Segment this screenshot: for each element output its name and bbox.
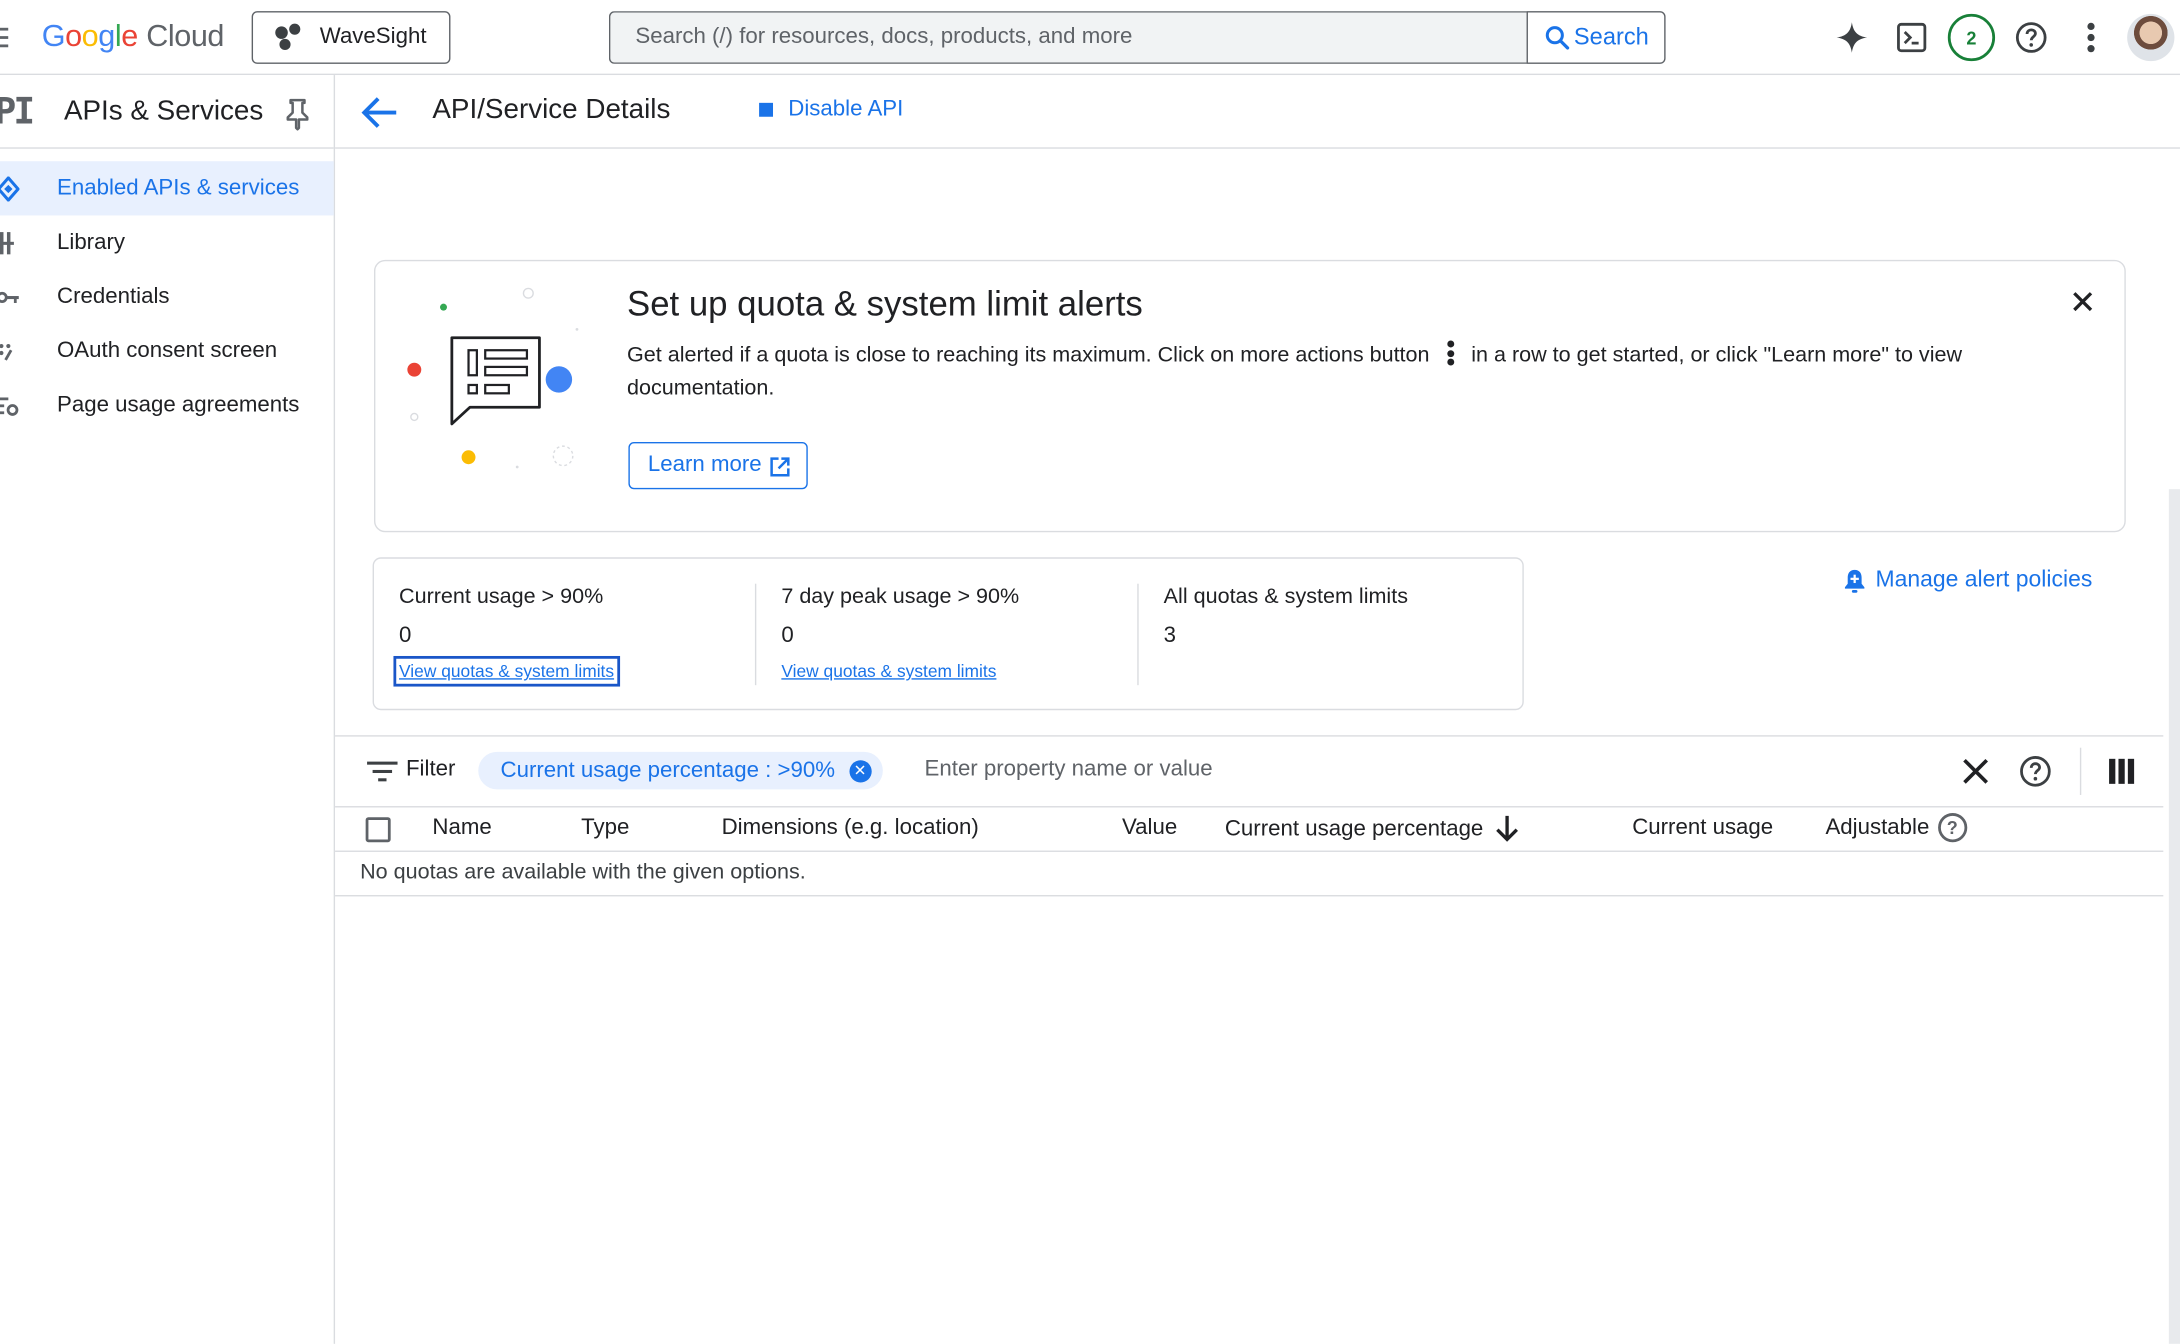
- page-title: API/Service Details: [432, 94, 671, 126]
- top-bar: Google Cloud WaveSight Search (/) for res…: [0, 0, 2180, 76]
- project-name: WaveSight: [319, 25, 427, 49]
- search-button-label: Search: [1573, 23, 1649, 51]
- api-product-icon: PI: [0, 91, 35, 134]
- library-icon: [0, 232, 14, 255]
- stat-divider: [1137, 583, 1139, 686]
- column-header-label: Current usage percentage: [1224, 817, 1484, 841]
- project-picker-button[interactable]: WaveSight: [251, 11, 451, 64]
- stat-all-quotas-value: 3: [1163, 624, 1177, 648]
- column-header-type[interactable]: Type: [581, 816, 629, 841]
- learn-more-label: Learn more: [647, 453, 762, 477]
- header-divider: [335, 147, 2180, 149]
- filter-chip-label: Current usage percentage : >90%: [500, 758, 836, 782]
- view-quotas-link-peak[interactable]: View quotas & system limits: [781, 662, 996, 681]
- learn-more-button[interactable]: Learn more: [628, 441, 808, 490]
- more-actions-icon: [1446, 340, 1455, 366]
- column-header-adjustable[interactable]: Adjustable ?: [1825, 813, 1967, 843]
- quota-stats-card: [372, 557, 1524, 711]
- disable-api-button[interactable]: Disable API: [759, 97, 903, 122]
- empty-table-message: No quotas are available with the given o…: [360, 860, 806, 884]
- settings-list-icon: [0, 397, 19, 416]
- consent-icon: [0, 343, 13, 361]
- key-icon: [0, 291, 19, 303]
- clear-filters-icon[interactable]: [1959, 755, 1992, 788]
- stat-divider: [754, 583, 757, 686]
- avatar[interactable]: [2127, 13, 2175, 62]
- column-header-value[interactable]: Value: [1122, 816, 1177, 841]
- column-header-current-usage-percentage[interactable]: Current usage percentage: [1224, 815, 1520, 844]
- external-link-icon: [770, 457, 790, 477]
- project-icon: [275, 23, 306, 52]
- add-alert-icon: [1844, 569, 1865, 593]
- logo-google-text: Google: [41, 18, 139, 53]
- logo-cloud-text: Cloud: [146, 18, 225, 53]
- back-arrow-icon[interactable]: [360, 95, 399, 131]
- cloud-shell-icon[interactable]: [1891, 17, 1933, 59]
- sidebar-title: APIs & Services: [63, 95, 264, 127]
- sidebar-item-enabled-apis[interactable]: Enabled APIs & services: [0, 161, 334, 216]
- select-all-checkbox[interactable]: [365, 817, 391, 843]
- alerts-illustration: [407, 287, 579, 469]
- banner-text-before: Get alerted if a quota is close to reach…: [627, 343, 1430, 367]
- sort-descending-icon: [1496, 815, 1518, 842]
- menu-icon[interactable]: [0, 25, 9, 50]
- search-button[interactable]: Search: [1526, 11, 1666, 64]
- column-display-icon[interactable]: [2105, 755, 2138, 788]
- manage-alert-policies-label: Manage alert policies: [1875, 567, 2093, 593]
- sidebar-item-label: Library: [57, 230, 125, 254]
- filter-label[interactable]: Filter: [406, 757, 455, 782]
- view-quotas-link-current[interactable]: View quotas & system limits: [393, 655, 620, 687]
- google-cloud-logo[interactable]: Google Cloud: [41, 18, 225, 54]
- more-options-icon[interactable]: [2070, 17, 2112, 59]
- adjustable-help-icon[interactable]: ?: [1937, 813, 1967, 843]
- sidebar-item-page-usage-agreements[interactable]: Page usage agreements: [0, 378, 334, 432]
- filter-divider: [335, 735, 2164, 737]
- filter-input[interactable]: Enter property name or value: [925, 757, 1213, 782]
- disable-api-label: Disable API: [788, 97, 904, 121]
- remove-filter-icon[interactable]: ✕: [848, 759, 872, 782]
- gemini-sparkle-icon[interactable]: [1831, 17, 1873, 59]
- diamond-icon: [0, 176, 20, 202]
- stat-current-usage-value: 0: [399, 624, 412, 648]
- filter-help-icon[interactable]: [2019, 755, 2052, 788]
- notifications-badge[interactable]: 2: [1947, 13, 1996, 62]
- sidebar-item-label: OAuth consent screen: [57, 338, 278, 363]
- search-placeholder: Search (/) for resources, docs, products…: [635, 25, 1133, 49]
- stop-icon: [759, 102, 774, 117]
- sidebar-item-library[interactable]: Library: [0, 215, 334, 269]
- sidebar-item-oauth-consent[interactable]: OAuth consent screen: [0, 324, 334, 378]
- close-banner-icon[interactable]: [2069, 288, 2097, 316]
- sidebar-divider: [0, 147, 334, 149]
- sidebar: PI APIs & Services Enabled APIs & servic…: [0, 75, 336, 1344]
- banner-title: Set up quota & system limit alerts: [627, 284, 1143, 324]
- column-header-dimensions[interactable]: Dimensions (e.g. location): [722, 816, 979, 841]
- banner-description: Get alerted if a quota is close to reach…: [627, 339, 2031, 406]
- filter-chip[interactable]: Current usage percentage : >90% ✕: [478, 751, 883, 790]
- stat-all-quotas-label: All quotas & system limits: [1163, 585, 1408, 609]
- stat-peak-usage-value: 0: [781, 624, 794, 648]
- column-header-name[interactable]: Name: [432, 816, 491, 841]
- sidebar-item-label: Enabled APIs & services: [57, 175, 300, 200]
- toolbar-divider: [2079, 747, 2082, 795]
- search-icon: [1545, 26, 1570, 50]
- column-header-current-usage[interactable]: Current usage: [1632, 816, 1773, 841]
- search-input[interactable]: Search (/) for resources, docs, products…: [608, 11, 1527, 64]
- sidebar-item-label: Page usage agreements: [57, 392, 300, 417]
- sidebar-item-label: Credentials: [57, 284, 170, 308]
- pin-icon[interactable]: [284, 97, 312, 131]
- table-row-divider: [335, 895, 2164, 897]
- filter-icon[interactable]: [367, 759, 398, 784]
- column-header-label: Adjustable: [1825, 815, 1930, 839]
- help-icon[interactable]: [2010, 17, 2052, 59]
- stat-peak-usage-label: 7 day peak usage > 90%: [781, 585, 1020, 609]
- sidebar-item-credentials[interactable]: Credentials: [0, 270, 334, 324]
- stat-current-usage-label: Current usage > 90%: [399, 585, 604, 609]
- scrollbar[interactable]: [2168, 489, 2180, 1344]
- manage-alert-policies-link[interactable]: Manage alert policies: [1844, 567, 2093, 593]
